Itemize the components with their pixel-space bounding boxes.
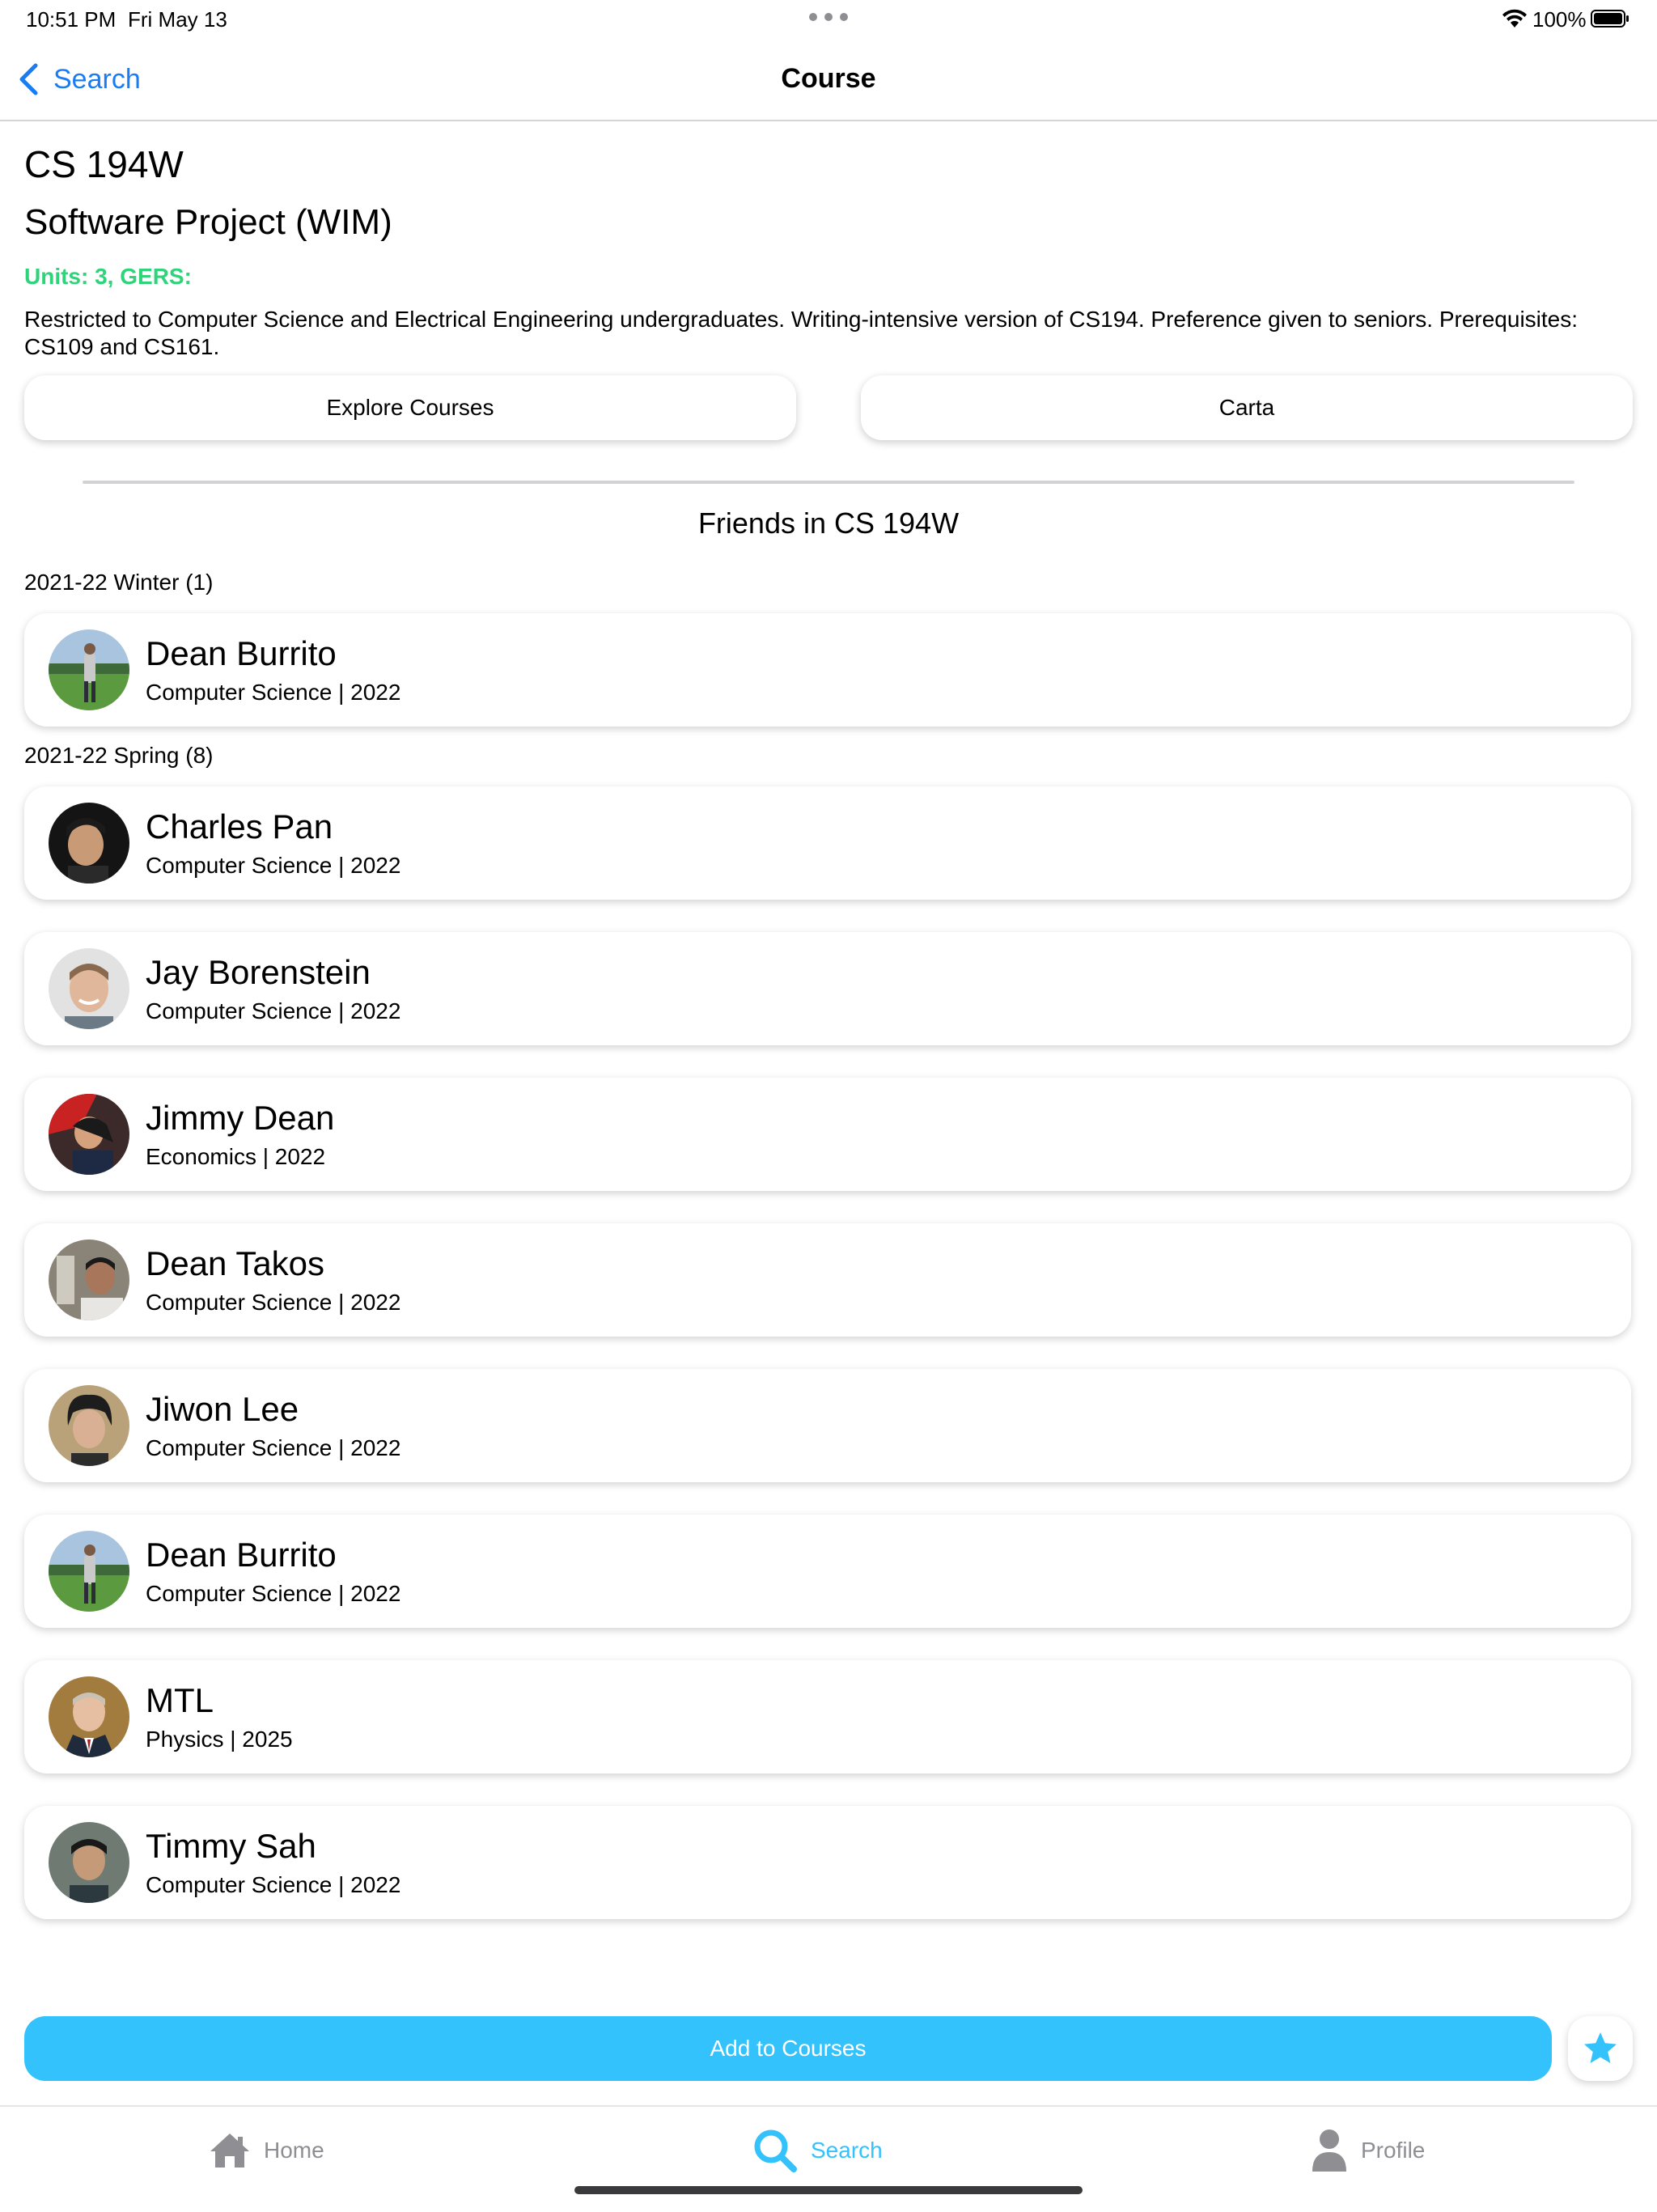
avatar: [49, 1385, 129, 1466]
tab-search-label: Search: [811, 2138, 883, 2163]
status-time: 10:51 PM: [26, 7, 117, 32]
friend-name: Charles Pan: [146, 807, 333, 845]
favorite-button[interactable]: [1568, 2016, 1633, 2081]
battery-percent: 100%: [1532, 7, 1587, 32]
page-title: Course: [781, 63, 876, 94]
friend-major-year: Computer Science | 2022: [146, 1581, 401, 1606]
friend-card[interactable]: Jay Borenstein Computer Science | 2022: [24, 932, 1631, 1045]
explore-courses-button[interactable]: Explore Courses: [24, 375, 796, 440]
navigation-bar: Search Course: [0, 39, 1657, 121]
home-icon: [210, 2134, 249, 2168]
course-code: CS 194W: [24, 143, 184, 185]
home-indicator: [574, 2186, 1083, 2194]
tab-profile[interactable]: Profile: [1311, 2128, 1425, 2173]
avatar: [49, 629, 129, 710]
friend-major-year: Computer Science | 2022: [146, 998, 401, 1023]
friend-major-year: Economics | 2022: [146, 1144, 326, 1169]
avatar: [49, 803, 129, 884]
friend-major-year: Computer Science | 2022: [146, 680, 401, 705]
friend-card[interactable]: Jimmy Dean Economics | 2022: [24, 1078, 1631, 1191]
friend-name: MTL: [146, 1681, 214, 1719]
friend-major-year: Computer Science | 2022: [146, 1872, 401, 1897]
section-label-spring: 2021-22 Spring (8): [24, 743, 214, 768]
avatar: [49, 1822, 129, 1903]
friend-name: Timmy Sah: [146, 1827, 316, 1865]
friend-name: Dean Burrito: [146, 1536, 337, 1574]
person-icon: [1312, 2129, 1346, 2172]
star-icon: [1584, 2032, 1617, 2063]
wifi-icon: [1502, 9, 1527, 28]
multitasking-dots-icon[interactable]: [809, 13, 848, 23]
friend-name: Jimmy Dean: [146, 1099, 335, 1137]
course-units: Units: 3, GERS:: [24, 264, 192, 289]
tab-bar: Home Search Profile: [0, 2105, 1657, 2212]
course-description: Restricted to Computer Science and Elect…: [24, 307, 1579, 359]
tab-profile-label: Profile: [1361, 2138, 1426, 2163]
friend-major-year: Computer Science | 2022: [146, 853, 401, 878]
friend-card[interactable]: Dean Burrito Computer Science | 2022: [24, 613, 1631, 727]
friend-card[interactable]: Jiwon Lee Computer Science | 2022: [24, 1369, 1631, 1482]
divider: [83, 481, 1574, 484]
avatar: [49, 1094, 129, 1175]
tab-home[interactable]: Home: [209, 2128, 324, 2173]
friend-card[interactable]: Dean Burrito Computer Science | 2022: [24, 1515, 1631, 1628]
friend-name: Dean Burrito: [146, 634, 337, 672]
friend-major-year: Physics | 2025: [146, 1727, 293, 1752]
add-to-courses-button[interactable]: Add to Courses: [24, 2016, 1552, 2081]
status-bar: 10:51 PM Fri May 13 100%: [0, 0, 1657, 39]
tab-home-label: Home: [264, 2138, 324, 2163]
search-icon: [754, 2129, 797, 2172]
tab-search[interactable]: Search: [752, 2128, 883, 2173]
friend-card[interactable]: Dean Takos Computer Science | 2022: [24, 1223, 1631, 1337]
avatar: [49, 1531, 129, 1612]
friend-name: Jay Borenstein: [146, 953, 371, 991]
status-date: Fri May 13: [128, 7, 227, 32]
friend-name: Dean Takos: [146, 1244, 325, 1282]
friend-name: Jiwon Lee: [146, 1390, 299, 1428]
avatar: [49, 1239, 129, 1320]
friend-major-year: Computer Science | 2022: [146, 1435, 401, 1460]
friend-major-year: Computer Science | 2022: [146, 1290, 401, 1315]
avatar: [49, 1676, 129, 1757]
section-label-winter: 2021-22 Winter (1): [24, 570, 214, 595]
battery-icon: [1591, 10, 1629, 28]
friend-card[interactable]: MTL Physics | 2025: [24, 1660, 1631, 1773]
avatar: [49, 948, 129, 1029]
friend-card[interactable]: Charles Pan Computer Science | 2022: [24, 786, 1631, 900]
friend-card[interactable]: Timmy Sah Computer Science | 2022: [24, 1806, 1631, 1919]
friends-heading: Friends in CS 194W: [697, 506, 960, 540]
carta-button[interactable]: Carta: [861, 375, 1633, 440]
course-name: Software Project (WIM): [24, 202, 392, 242]
